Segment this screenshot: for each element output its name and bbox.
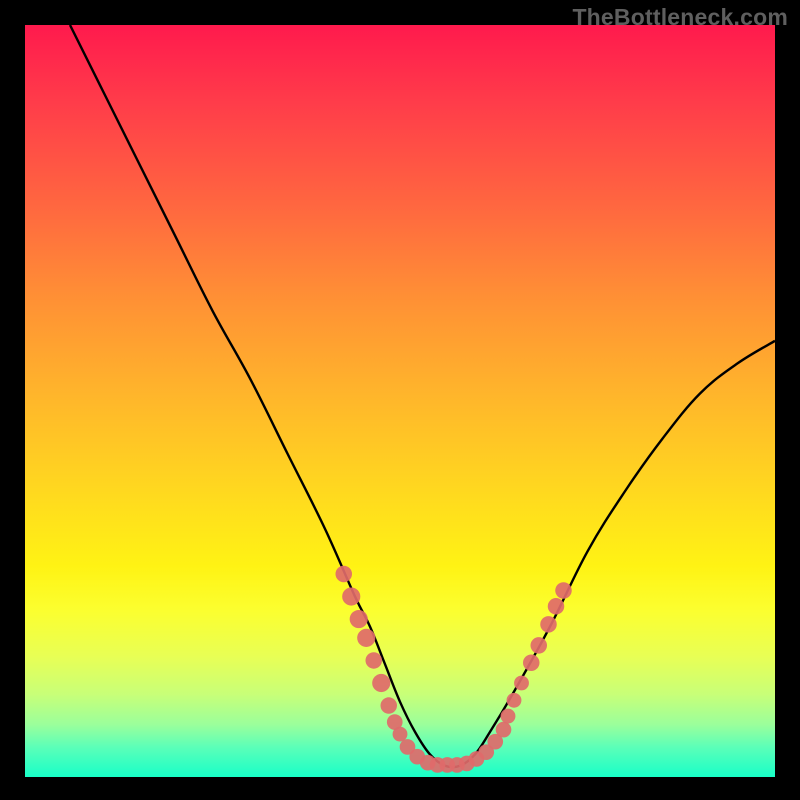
chart-marker — [357, 629, 375, 647]
chart-svg — [25, 25, 775, 777]
chart-marker — [548, 598, 565, 615]
watermark-text: TheBottleneck.com — [572, 4, 788, 31]
chart-marker — [342, 587, 360, 605]
chart-marker — [514, 676, 529, 691]
chart-frame: TheBottleneck.com — [0, 0, 800, 800]
chart-marker — [372, 674, 390, 692]
chart-marker — [501, 709, 516, 724]
chart-marker — [381, 697, 398, 714]
chart-marker — [336, 566, 353, 583]
chart-marker — [496, 722, 512, 738]
chart-marker — [531, 637, 548, 654]
chart-marker — [393, 727, 408, 742]
chart-marker — [350, 610, 368, 628]
chart-markers — [336, 566, 572, 773]
chart-marker — [507, 693, 522, 708]
chart-curve — [70, 25, 775, 767]
chart-marker — [366, 652, 383, 669]
chart-marker — [523, 654, 540, 671]
chart-marker — [540, 616, 557, 633]
chart-plot-area — [25, 25, 775, 777]
chart-marker — [555, 582, 572, 599]
